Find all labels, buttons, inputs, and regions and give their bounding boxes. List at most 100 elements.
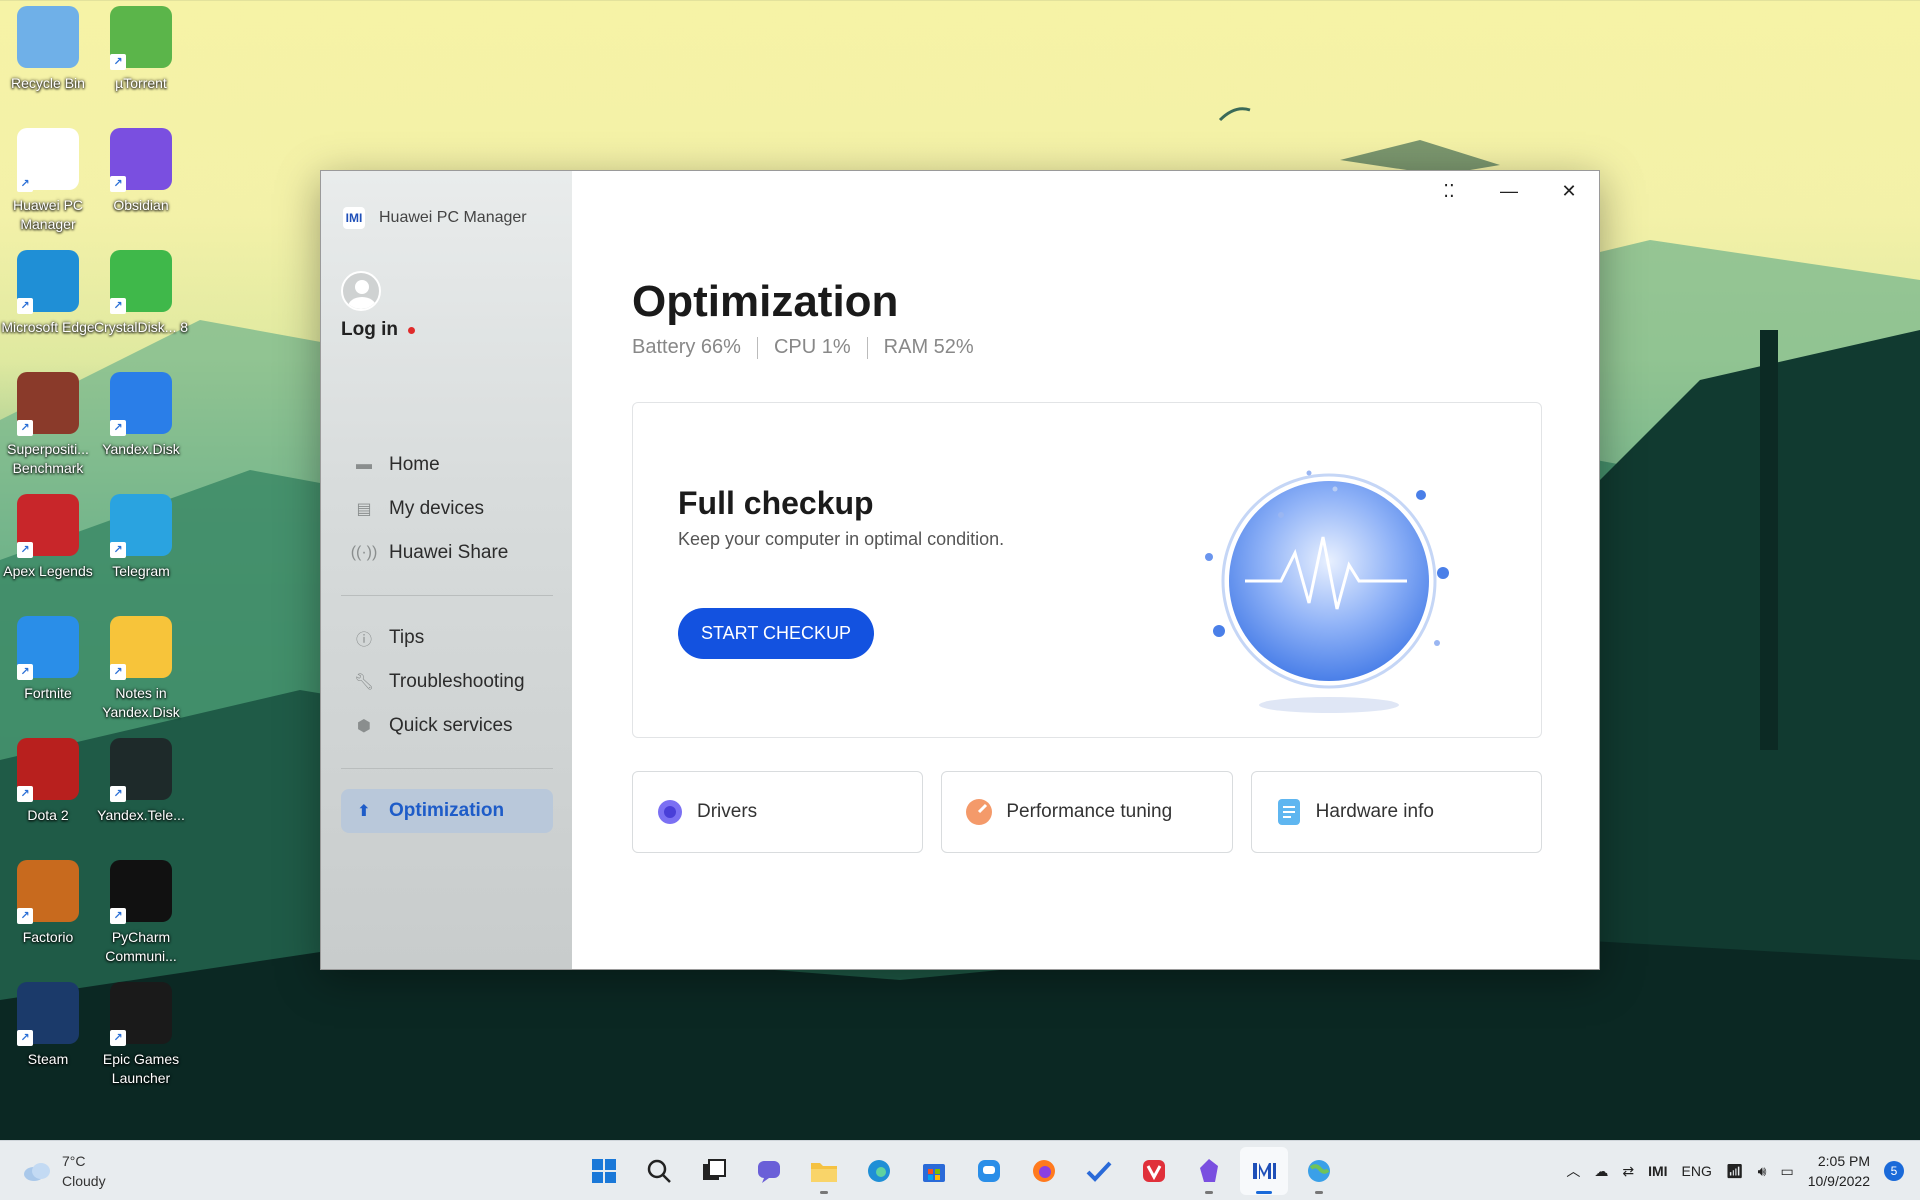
- desktop-icon-yandex-tele[interactable]: ↗ Yandex.Tele...: [93, 732, 189, 850]
- onedrive-cloud-icon[interactable]: ☁: [1594, 1163, 1608, 1180]
- desktop-icon-pycharm[interactable]: ↗ PyCharm Communi...: [93, 854, 189, 972]
- battery-icon[interactable]: ▭: [1780, 1163, 1793, 1180]
- shortcut-arrow-icon: ↗: [110, 54, 126, 70]
- avatar[interactable]: [341, 271, 381, 311]
- sidebar-item-label: My devices: [389, 498, 485, 519]
- stat-divider: [866, 336, 868, 359]
- desktop-icon-label: Obsidian: [113, 197, 169, 213]
- task-view-button[interactable]: [690, 1147, 738, 1195]
- drivers-tile[interactable]: Drivers: [632, 771, 924, 853]
- desktop-icon-crystaldisk[interactable]: ↗ CrystalDisk... 8: [93, 244, 189, 362]
- desktop-icon-superposition[interactable]: ↗ Superpositi... Benchmark: [0, 366, 96, 484]
- huawei-pc-manager-icon: ↗: [17, 128, 79, 192]
- compact-mode-button[interactable]: ⁚⁚: [1419, 171, 1479, 211]
- utorrent-icon: ↗: [110, 6, 172, 70]
- desktop-icon-epic-games[interactable]: ↗ Epic Games Launcher: [93, 976, 189, 1094]
- desktop-icon-huawei-pc-manager[interactable]: ↗ Huawei PC Manager: [0, 122, 96, 240]
- desktop-icon-apex-legends[interactable]: ↗ Apex Legends: [0, 488, 96, 606]
- language-indicator[interactable]: ENG: [1682, 1163, 1712, 1179]
- show-hidden-icons-chevron-icon[interactable]: ︿: [1566, 1161, 1580, 1181]
- shortcut-arrow-icon: ↗: [110, 908, 126, 924]
- desktop-icon-dota2[interactable]: ↗ Dota 2: [0, 732, 96, 850]
- file-explorer-button[interactable]: [800, 1147, 848, 1195]
- desktop-icon-obsidian[interactable]: ↗ Obsidian: [93, 122, 189, 240]
- todo-button[interactable]: [1075, 1147, 1123, 1195]
- desktop-icon-notes[interactable]: ↗ Notes in Yandex.Disk: [93, 610, 189, 728]
- desktop-icon-label: Huawei PC Manager: [12, 197, 84, 232]
- desktop-icon-recycle-bin[interactable]: Recycle Bin: [0, 0, 96, 118]
- desktop-icon-utorrent[interactable]: ↗ µTorrent: [93, 0, 189, 118]
- desktop-icon-steam[interactable]: ↗ Steam: [0, 976, 96, 1094]
- desktop-icon-edge[interactable]: ↗ Microsoft Edge: [0, 244, 96, 362]
- message-icon: [978, 1160, 1000, 1182]
- tile-label: Hardware info: [1315, 801, 1434, 822]
- system-tray: ︿ ☁ ⇄ IMI ENG 📶︎ 🔊︎ ▭ 2:05 PM 10/9/2022 …: [1566, 1141, 1920, 1200]
- share-icon: ((·)): [350, 544, 378, 561]
- wrench-icon: 🔧︎: [353, 674, 375, 691]
- minimize-button[interactable]: —: [1479, 171, 1539, 211]
- desktop-icon-label: CrystalDisk... 8: [93, 319, 189, 335]
- sidebar-item-home[interactable]: ▬ Home: [341, 443, 553, 487]
- weather-description: Cloudy: [62, 1173, 106, 1189]
- sidebar-item-my-devices[interactable]: ▤ My devices: [341, 487, 553, 531]
- checkmark-icon: [1086, 1161, 1112, 1182]
- hardware-info-tile[interactable]: Hardware info: [1250, 771, 1542, 853]
- weather-widget[interactable]: 7°C Cloudy: [22, 1151, 106, 1191]
- main-panel: ⁚⁚ — ✕ Optimization Battery 66% CPU 1% R…: [572, 171, 1599, 969]
- performance-tuning-tile[interactable]: Performance tuning: [941, 771, 1233, 853]
- cloud-icon: [24, 1163, 50, 1181]
- sidebar-item-tips[interactable]: ⓘ Tips: [341, 616, 553, 660]
- firefox-button[interactable]: [1020, 1147, 1068, 1195]
- desktop-icon-fortnite[interactable]: ↗ Fortnite: [0, 610, 96, 728]
- search-button[interactable]: [635, 1147, 683, 1195]
- sidebar-item-label: Troubleshooting: [389, 671, 525, 692]
- login-area[interactable]: Log in: [341, 271, 415, 341]
- nav-divider: [341, 768, 553, 769]
- nav-divider: [341, 595, 553, 596]
- apex-legends-icon: ↗: [17, 494, 79, 558]
- huawei-tray-icon[interactable]: IMI: [1648, 1163, 1667, 1179]
- desktop-icon-telegram[interactable]: ↗ Telegram: [93, 488, 189, 606]
- checkup-subtitle: Keep your computer in optimal condition.: [678, 529, 1005, 549]
- app-title-bar: IMI Huawei PC Manager: [343, 207, 527, 229]
- firefox-icon: [1033, 1160, 1055, 1182]
- desktop-icon-yandex-disk[interactable]: ↗ Yandex.Disk: [93, 366, 189, 484]
- store-icon: [923, 1164, 945, 1182]
- microsoft-store-button[interactable]: [910, 1147, 958, 1195]
- sidebar-item-quick-services[interactable]: ⬢ Quick services: [341, 704, 553, 748]
- login-label[interactable]: Log in: [341, 319, 398, 341]
- notification-count-badge[interactable]: 5: [1884, 1161, 1904, 1181]
- home-icon: ▬: [356, 456, 372, 473]
- volume-icon[interactable]: 🔊︎: [1758, 1163, 1767, 1180]
- teams-chat-button[interactable]: [745, 1147, 793, 1195]
- obsidian-button[interactable]: [1185, 1147, 1233, 1195]
- huawei-logo-icon: IMI: [343, 207, 365, 229]
- close-button[interactable]: ✕: [1539, 171, 1599, 211]
- messenger-button[interactable]: [965, 1147, 1013, 1195]
- grid-dots-icon: ⁚⁚: [1443, 180, 1455, 201]
- globe-app-button[interactable]: [1295, 1147, 1343, 1195]
- sidebar-nav: ▬ Home ▤ My devices ((·)) Huawei Share ⓘ…: [341, 443, 553, 833]
- app-title: Huawei PC Manager: [379, 209, 527, 226]
- desktop-icon-label: Superpositi... Benchmark: [7, 441, 89, 476]
- sidebar-item-optimization[interactable]: ⬆ Optimization: [341, 789, 553, 833]
- wifi-icon[interactable]: 📶︎: [1726, 1163, 1744, 1180]
- desktop-icon-label: Recycle Bin: [11, 75, 85, 91]
- sync-icon[interactable]: ⇄: [1622, 1163, 1634, 1180]
- start-button[interactable]: [580, 1147, 628, 1195]
- desktop-icon-label: Fortnite: [24, 685, 72, 701]
- shortcut-arrow-icon: ↗: [17, 786, 33, 802]
- weather-temperature: 7°C: [62, 1153, 86, 1169]
- sidebar-item-troubleshooting[interactable]: 🔧︎ Troubleshooting: [341, 660, 553, 704]
- gear-icon: [655, 797, 685, 827]
- edge-button[interactable]: [855, 1147, 903, 1195]
- vivaldi-button[interactable]: [1130, 1147, 1178, 1195]
- huawei-pc-manager-button[interactable]: [1240, 1147, 1288, 1195]
- desktop-icon-factorio[interactable]: ↗ Factorio: [0, 854, 96, 972]
- sidebar-item-huawei-share[interactable]: ((·)) Huawei Share: [341, 531, 553, 575]
- clock[interactable]: 2:05 PM 10/9/2022: [1808, 1151, 1870, 1191]
- shortcut-arrow-icon: ↗: [17, 542, 33, 558]
- start-checkup-button[interactable]: START CHECKUP: [678, 608, 874, 659]
- desktop-icon-label: Yandex.Disk: [102, 441, 180, 457]
- shortcut-arrow-icon: ↗: [17, 298, 33, 314]
